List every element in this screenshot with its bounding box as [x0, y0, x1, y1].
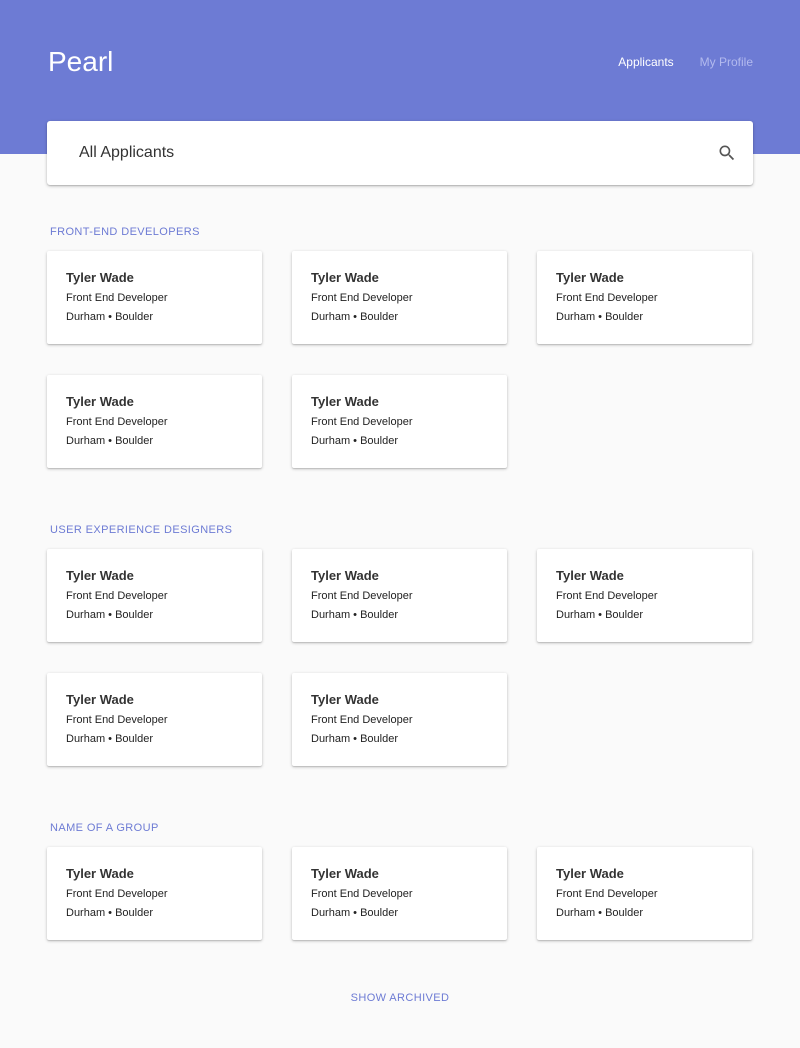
group-title-ux-designers: USER EXPERIENCE DESIGNERS — [50, 524, 233, 536]
applicant-location: Durham • Boulder — [66, 609, 154, 621]
applicant-role: Front End Developer — [311, 714, 413, 726]
applicant-name: Tyler Wade — [66, 692, 134, 707]
show-archived-button[interactable]: SHOW ARCHIVED — [351, 992, 450, 1004]
search-bar: All Applicants — [47, 121, 753, 185]
applicant-name: Tyler Wade — [66, 394, 134, 409]
nav-applicants[interactable]: Applicants — [618, 54, 673, 70]
applicant-name: Tyler Wade — [311, 568, 379, 583]
applicant-card[interactable]: Tyler Wade Front End Developer Durham • … — [537, 251, 752, 344]
applicant-name: Tyler Wade — [311, 692, 379, 707]
applicant-role: Front End Developer — [311, 292, 413, 304]
applicant-role: Front End Developer — [66, 714, 168, 726]
applicant-location: Durham • Boulder — [556, 907, 644, 919]
applicant-card[interactable]: Tyler Wade Front End Developer Durham • … — [47, 251, 262, 344]
applicant-name: Tyler Wade — [556, 568, 624, 583]
applicant-card[interactable]: Tyler Wade Front End Developer Durham • … — [292, 673, 507, 766]
top-nav: Applicants My Profile — [618, 54, 753, 70]
applicant-location: Durham • Boulder — [311, 609, 399, 621]
applicant-location: Durham • Boulder — [311, 311, 399, 323]
applicant-role: Front End Developer — [556, 590, 658, 602]
applicant-name: Tyler Wade — [311, 394, 379, 409]
applicant-name: Tyler Wade — [311, 866, 379, 881]
applicant-location: Durham • Boulder — [66, 311, 154, 323]
applicant-role: Front End Developer — [66, 590, 168, 602]
applicant-location: Durham • Boulder — [556, 609, 644, 621]
applicant-card[interactable]: Tyler Wade Front End Developer Durham • … — [537, 549, 752, 642]
applicant-location: Durham • Boulder — [311, 435, 399, 447]
applicant-card[interactable]: Tyler Wade Front End Developer Durham • … — [47, 847, 262, 940]
applicant-location: Durham • Boulder — [66, 435, 154, 447]
applicant-location: Durham • Boulder — [556, 311, 644, 323]
applicant-card[interactable]: Tyler Wade Front End Developer Durham • … — [47, 375, 262, 468]
applicant-role: Front End Developer — [556, 292, 658, 304]
applicant-role: Front End Developer — [311, 590, 413, 602]
applicant-card[interactable]: Tyler Wade Front End Developer Durham • … — [292, 251, 507, 344]
applicant-role: Front End Developer — [66, 292, 168, 304]
applicant-name: Tyler Wade — [556, 270, 624, 285]
applicant-card[interactable]: Tyler Wade Front End Developer Durham • … — [47, 673, 262, 766]
search-icon — [719, 145, 735, 161]
applicant-role: Front End Developer — [556, 888, 658, 900]
applicant-name: Tyler Wade — [556, 866, 624, 881]
applicant-card[interactable]: Tyler Wade Front End Developer Durham • … — [292, 375, 507, 468]
applicant-role: Front End Developer — [311, 416, 413, 428]
applicant-location: Durham • Boulder — [311, 733, 399, 745]
applicant-name: Tyler Wade — [66, 866, 134, 881]
group-title-front-end: FRONT-END DEVELOPERS — [50, 226, 200, 238]
applicant-card[interactable]: Tyler Wade Front End Developer Durham • … — [292, 847, 507, 940]
applicant-role: Front End Developer — [66, 416, 168, 428]
applicant-location: Durham • Boulder — [66, 907, 154, 919]
app-logo: Pearl — [48, 46, 114, 77]
show-archived-row: SHOW ARCHIVED — [0, 991, 800, 1005]
applicant-location: Durham • Boulder — [311, 907, 399, 919]
nav-my-profile[interactable]: My Profile — [700, 54, 753, 70]
applicant-role: Front End Developer — [66, 888, 168, 900]
applicant-name: Tyler Wade — [66, 270, 134, 285]
applicant-name: Tyler Wade — [311, 270, 379, 285]
applicant-name: Tyler Wade — [66, 568, 134, 583]
applicant-card[interactable]: Tyler Wade Front End Developer Durham • … — [292, 549, 507, 642]
applicant-card[interactable]: Tyler Wade Front End Developer Durham • … — [47, 549, 262, 642]
applicant-card[interactable]: Tyler Wade Front End Developer Durham • … — [537, 847, 752, 940]
applicant-location: Durham • Boulder — [66, 733, 154, 745]
applicant-role: Front End Developer — [311, 888, 413, 900]
page-title: All Applicants — [79, 144, 175, 161]
group-title-named-group: NAME OF A GROUP — [50, 822, 159, 834]
search-button[interactable] — [717, 143, 737, 163]
